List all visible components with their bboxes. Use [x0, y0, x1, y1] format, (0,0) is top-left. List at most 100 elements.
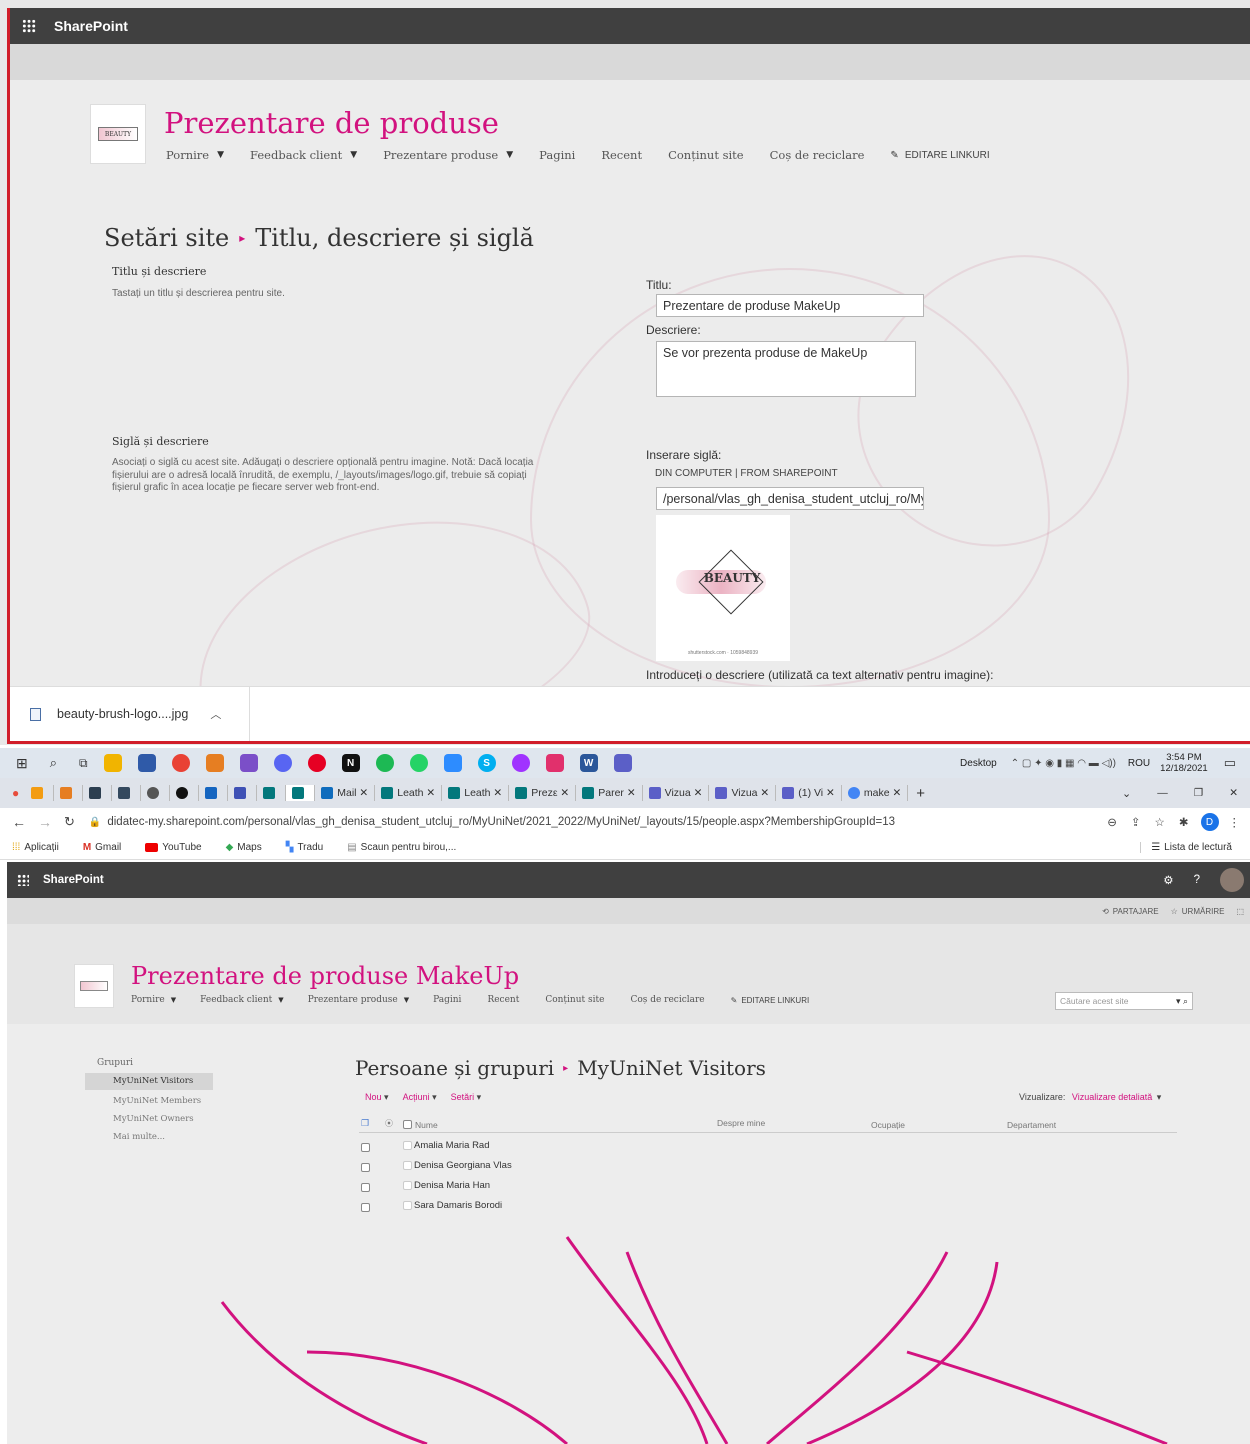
nav-item-cos[interactable]: Coș de reciclare [630, 995, 704, 1005]
browser-tab[interactable]: Leath ✕ [442, 785, 510, 801]
bookmark-star-icon[interactable]: ☆ [1155, 815, 1165, 829]
opera-icon[interactable]: ● [12, 786, 19, 800]
notifications-icon[interactable]: ▭ [1224, 755, 1236, 771]
bookmark-maps[interactable]: ◆ Maps [226, 842, 274, 853]
bookmark-youtube[interactable]: YouTube [145, 842, 213, 853]
desktop-toolbar[interactable]: Desktop [960, 758, 997, 769]
tab-search-chevron-icon[interactable]: ⌄ [1122, 787, 1131, 800]
reload-icon[interactable]: ↻ [64, 814, 75, 830]
zoom-icon[interactable]: ⊖ [1107, 815, 1117, 829]
search-input[interactable]: Căutare acest site [1060, 996, 1129, 1006]
browser-tab[interactable]: (1) Vi ✕ [776, 785, 842, 801]
person-name[interactable]: Sara Damaris Borodi [414, 1200, 502, 1211]
view-selector[interactable]: Vizualizare: Vizualizare detaliată ▾ [1019, 1092, 1161, 1103]
share-button[interactable]: PARTAJARE [1113, 907, 1159, 916]
chrome-icon[interactable] [171, 754, 190, 772]
breadcrumb-root[interactable]: Persoane și grupuri [355, 1056, 554, 1080]
restore-button[interactable]: ❐ [1194, 787, 1203, 799]
row-checkbox[interactable] [361, 1203, 370, 1212]
help-icon[interactable]: ? [1194, 874, 1200, 886]
app-launcher-icon[interactable] [17, 874, 29, 886]
nav-item-pornire[interactable]: Pornire [166, 148, 209, 162]
col-occupation[interactable]: Ocupație [871, 1120, 905, 1130]
group-members[interactable]: MyUniNet Members [113, 1096, 201, 1106]
settings-gear-icon[interactable]: ⚙ [1163, 873, 1173, 887]
nav-item-recent[interactable]: Recent [487, 995, 519, 1005]
store-icon[interactable] [137, 754, 156, 772]
forward-icon[interactable]: → [38, 814, 52, 830]
browser-tab[interactable]: Prezε ✕ [509, 785, 577, 801]
site-title[interactable]: Prezentare de produse [164, 106, 499, 140]
person-name[interactable]: Denisa Georgiana Vlas [414, 1160, 512, 1171]
group-owners[interactable]: MyUniNet Owners [113, 1114, 194, 1124]
focus-icon[interactable]: ⬚ [1236, 907, 1244, 916]
caret-down-icon[interactable]: ▼ [350, 150, 357, 160]
browser-tab[interactable]: Vizua ✕ [709, 785, 777, 801]
caret-down-icon[interactable]: ▼ [171, 996, 176, 1004]
breadcrumb-root[interactable]: Setări site [104, 224, 229, 252]
language-indicator[interactable]: ROU [1128, 758, 1150, 769]
file-explorer-icon[interactable] [103, 754, 122, 772]
user-avatar[interactable] [1220, 868, 1244, 892]
instagram-icon[interactable] [545, 754, 564, 772]
nav-item-pornire[interactable]: Pornire [131, 995, 165, 1005]
person-checkbox[interactable] [403, 1201, 412, 1210]
new-tab-button[interactable]: + [916, 785, 925, 802]
bookmark-scaun[interactable]: ▤ Scaun pentru birou,... [347, 842, 468, 853]
col-department[interactable]: Departament [1007, 1120, 1056, 1130]
pinned-tab[interactable] [257, 785, 287, 801]
windows-start-icon[interactable]: ⊞ [16, 755, 28, 772]
discord-icon[interactable] [273, 754, 292, 772]
reading-list[interactable]: ☰ Lista de lectură [1140, 842, 1244, 853]
nav-item-recent[interactable]: Recent [601, 148, 642, 162]
whatsapp-icon[interactable] [409, 754, 428, 772]
site-title[interactable]: Prezentare de produse MakeUp [131, 962, 519, 990]
pinned-tab[interactable] [112, 785, 142, 801]
site-logo[interactable] [74, 964, 114, 1008]
row-select-checkbox[interactable] [403, 1120, 412, 1129]
app-launcher-icon[interactable] [22, 19, 36, 33]
active-tab[interactable] [286, 785, 316, 801]
caret-down-icon[interactable]: ▼ [278, 996, 283, 1004]
netflix-icon[interactable]: N [341, 754, 360, 772]
person-name[interactable]: Amalia Maria Rad [414, 1140, 490, 1151]
person-checkbox[interactable] [403, 1161, 412, 1170]
nav-item-prezentare[interactable]: Prezentare produse [308, 995, 398, 1005]
close-window-button[interactable]: ✕ [1229, 787, 1238, 799]
nav-item-continut[interactable]: Conținut site [545, 995, 604, 1005]
browser-tab[interactable]: make ✕ [842, 785, 909, 801]
extensions-icon[interactable]: ✱ [1179, 815, 1189, 829]
spotify-icon[interactable] [375, 754, 394, 772]
profile-avatar[interactable]: D [1200, 813, 1219, 831]
search-icon[interactable]: ▾ ⌕ [1176, 996, 1188, 1007]
actions-menu[interactable]: Acțiuni ▾ [403, 1092, 437, 1103]
tray-icons[interactable]: ⌃ ▢ ✦ ◉ ▮ ▦ ◠ ▬ ◁)) [1011, 758, 1116, 769]
bookmark-gmail[interactable]: M Gmail [83, 842, 133, 853]
person-checkbox[interactable] [403, 1141, 412, 1150]
browser-tab[interactable]: Mail ✕ [315, 785, 376, 801]
row-checkbox[interactable] [361, 1143, 370, 1152]
visual-studio-icon[interactable] [239, 754, 258, 772]
pinned-tab[interactable] [25, 785, 55, 801]
word-icon[interactable]: W [579, 754, 598, 772]
pinned-tab[interactable] [141, 785, 171, 801]
site-search-box[interactable]: Căutare acest site ▾ ⌕ [1055, 992, 1193, 1010]
col-about[interactable]: Despre mine [717, 1118, 765, 1128]
caret-down-icon[interactable]: ▼ [404, 996, 409, 1004]
app-name[interactable]: SharePoint [54, 18, 128, 34]
minimize-button[interactable]: — [1157, 787, 1168, 799]
pinned-tab[interactable] [54, 785, 84, 801]
logo-url-input[interactable]: /personal/vlas_gh_denisa_student_utcluj_… [656, 487, 924, 510]
nav-item-pagini[interactable]: Pagini [539, 148, 575, 162]
nav-item-continut[interactable]: Conținut site [668, 148, 744, 162]
row-checkbox[interactable] [361, 1163, 370, 1172]
group-more[interactable]: Mai multe... [113, 1132, 165, 1142]
nav-item-prezentare[interactable]: Prezentare produse [383, 148, 498, 162]
url-field[interactable]: didatec-my.sharepoint.com/personal/vlas_… [107, 816, 895, 828]
nav-item-cos[interactable]: Coș de reciclare [770, 148, 865, 162]
download-item[interactable]: beauty-brush-logo....jpg ︿ [10, 687, 250, 741]
edit-links-button[interactable]: ✎ EDITARE LINKURI [890, 150, 1015, 161]
bookmark-apps[interactable]: ⁞⁞⁞ Aplicații [12, 842, 71, 853]
site-logo[interactable]: BEAUTY [90, 104, 146, 164]
nav-item-feedback[interactable]: Feedback client [250, 148, 342, 162]
